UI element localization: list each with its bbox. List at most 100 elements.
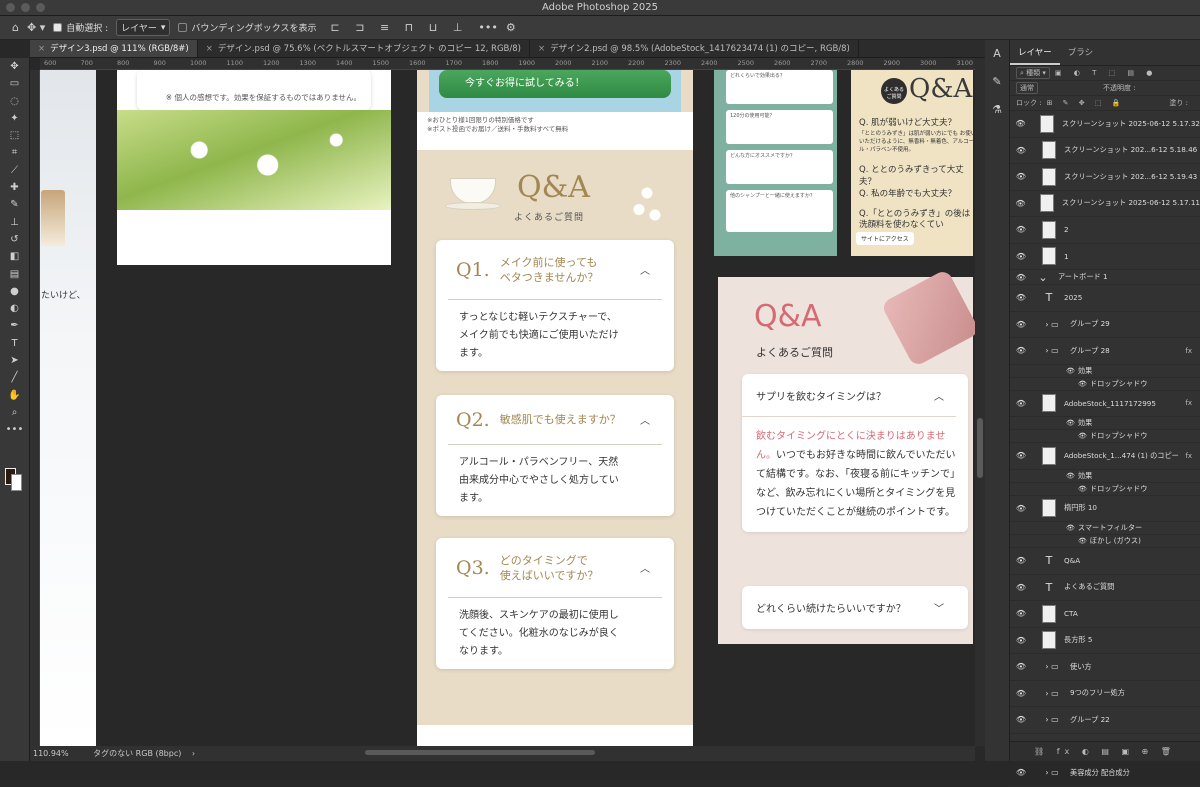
lock-icons[interactable]: ⊞ ✎ ✥ ⬚ 🔒 xyxy=(1047,99,1125,107)
folder-icon[interactable]: › ▭ xyxy=(1042,320,1062,329)
canvas-vertical-scrollbar[interactable] xyxy=(975,58,985,746)
layer-row[interactable]: 👁 › ▭ グループ 29 xyxy=(1010,312,1200,338)
artboard-main-lp[interactable]: 今すぐお得に試してみる！ ※おひとり様1回限りの特別価格です ※ポスト投函でお届… xyxy=(417,70,693,746)
tab-layers[interactable]: レイヤー xyxy=(1010,40,1060,65)
eye-icon[interactable]: 👁 xyxy=(1010,119,1031,128)
layer-row[interactable]: 👁 楕円形 10 xyxy=(1010,496,1200,522)
eye-icon[interactable]: 👁 xyxy=(1010,146,1032,155)
pink-faq-card-1[interactable]: サプリを飲むタイミングは？ ︿ 飲むタイミングにとくに決まりはありません。いつでも… xyxy=(742,374,968,532)
layer-row[interactable]: 👁 効果 xyxy=(1010,417,1200,430)
folder-icon[interactable]: › ▭ xyxy=(1042,346,1062,355)
path-select-icon[interactable]: ➤ xyxy=(0,352,29,369)
eye-icon[interactable]: 👁 xyxy=(1010,451,1032,460)
artboard-top[interactable]: ※ 個人の感想です。効果を保証するものではありません。 xyxy=(117,70,391,265)
scroll-thumb[interactable] xyxy=(977,418,983,478)
lasso-tool-icon[interactable]: ◌ xyxy=(0,93,29,110)
chevron-down-icon[interactable]: ⌄ xyxy=(1036,271,1050,284)
close-tab-icon[interactable]: × xyxy=(38,44,45,54)
canvas-area[interactable]: たいけど、 ※ 個人の感想です。効果を保証するものではありません。 今すぐお得に… xyxy=(40,70,975,746)
blur-tool-icon[interactable]: ● xyxy=(0,283,29,300)
eye-icon[interactable]: 👁 xyxy=(1010,609,1032,618)
zoom-window-button[interactable] xyxy=(36,3,45,12)
tab-doc-2[interactable]: × デザイン.psd @ 75.6% (ベクトルスマートオブジェクト のコピー 1… xyxy=(198,40,530,57)
layer-row[interactable]: 👁 2 xyxy=(1010,217,1200,244)
close-window-button[interactable] xyxy=(6,3,15,12)
object-select-icon[interactable]: ⬚ xyxy=(0,127,29,144)
layer-row[interactable]: 👁 スクリーンショット 2025-06-12 5.17.32 xyxy=(1010,111,1200,138)
eraser-tool-icon[interactable]: ◧ xyxy=(0,248,29,265)
reference-pink-qa[interactable]: Q&A よくあるご質問 サプリを飲むタイミングは？ ︿ 飲むタイミングにとくに決ま… xyxy=(718,268,975,644)
panel-footer-icons[interactable]: ⛓ fx ◐ ▤ ▣ ⊕ 🗑 xyxy=(1034,747,1176,756)
eye-icon[interactable]: 👁 xyxy=(1078,380,1087,388)
eye-icon[interactable]: 👁 xyxy=(1066,472,1075,480)
reference-green-qa[interactable]: どれくらいで効果出る？ 120分の使用可能？ どんな方にオススメですか？ 他のシ… xyxy=(714,70,837,256)
pink-faq-card-2[interactable]: どれくらい続けたらいいですか？ ﹀ xyxy=(742,586,968,629)
brush-settings-icon[interactable]: ✎ xyxy=(985,68,1009,96)
gear-icon[interactable]: ⚙ xyxy=(506,21,516,34)
eye-icon[interactable]: 👁 xyxy=(1078,485,1087,493)
eye-icon[interactable]: 👁 xyxy=(1010,320,1032,329)
layer-row[interactable]: 👁 › ▭ グループ 28 fx xyxy=(1010,338,1200,365)
layer-row[interactable]: 👁 AdobeStock_1...474 (1) のコピー fx xyxy=(1010,443,1200,470)
layer-row[interactable]: 👁 スクリーンショット 2025-06-12 5.17.11 xyxy=(1010,191,1200,217)
move-tool-icon[interactable]: ✥ ▾ xyxy=(27,21,45,34)
layer-row[interactable]: 👁 効果 xyxy=(1010,470,1200,483)
brush-tool-icon[interactable]: ✎ xyxy=(0,196,29,213)
faq-card-3[interactable]: Q3. どのタイミングで 使えばいいですか？ ︿ 洗顔後、スキンケアの最初に使用し … xyxy=(436,538,674,669)
auto-select-checkbox[interactable] xyxy=(53,23,63,32)
layer-row[interactable]: 👁 ドロップシャドウ xyxy=(1010,483,1200,496)
healing-brush-icon[interactable]: ✚ xyxy=(0,179,29,196)
faq-question[interactable]: Q3. どのタイミングで 使えばいいですか？ ︿ xyxy=(448,538,662,598)
reference-cream-qa[interactable]: よくある ご質問 Q&A Q. 肌が弱いけど大丈夫？ 「ととのうみずき」は肌が弱… xyxy=(851,70,975,256)
folder-icon[interactable]: › ▭ xyxy=(1042,768,1062,777)
layer-row[interactable]: 👁 長方形 5 xyxy=(1010,628,1200,654)
faq-question[interactable]: Q2. 敏感肌でも使えますか？ ︿ xyxy=(448,395,662,445)
more-tools-icon[interactable]: ••• xyxy=(0,421,29,438)
eye-icon[interactable]: 👁 xyxy=(1066,419,1075,427)
eye-icon[interactable]: 👁 xyxy=(1010,172,1032,181)
eye-icon[interactable]: 👁 xyxy=(1010,346,1032,355)
tab-doc-3[interactable]: × デザイン2.psd @ 98.5% (AdobeStock_141762347… xyxy=(530,40,859,57)
layer-row[interactable]: 👁 ⌄ アートボード 1 xyxy=(1010,270,1200,285)
faq-card-1[interactable]: Q1. メイク前に使っても ベタつきませんか？ ︿ すっとなじむ軽いテクスチャーで、… xyxy=(436,240,674,371)
home-icon[interactable]: ⌂ xyxy=(12,21,19,34)
chevron-up-icon[interactable]: ︿ xyxy=(934,388,944,403)
fx-icon[interactable]: fx xyxy=(1185,399,1192,407)
eyedropper-icon[interactable]: ⟋ xyxy=(0,162,29,179)
layer-row[interactable]: 👁 スクリーンショット 202...6-12 5.19.43 xyxy=(1010,164,1200,191)
dodge-tool-icon[interactable]: ◐ xyxy=(0,300,29,317)
eye-icon[interactable]: 👁 xyxy=(1010,273,1032,282)
bounding-box-checkbox[interactable] xyxy=(178,23,188,32)
character-panel-icon[interactable]: A xyxy=(985,40,1009,68)
layer-row[interactable]: 👁 › ▭ 美容成分 配合成分 xyxy=(1010,760,1200,787)
layer-row[interactable]: 👁 スマートフィルター xyxy=(1010,522,1200,535)
crop-tool-icon[interactable]: ⌗ xyxy=(0,144,29,161)
layer-row[interactable]: 👁 ドロップシャドウ xyxy=(1010,430,1200,443)
eye-icon[interactable]: 👁 xyxy=(1010,399,1032,408)
window-controls[interactable] xyxy=(6,3,45,12)
layer-row[interactable]: 👁 ぼかし (ガウス) xyxy=(1010,535,1200,548)
type-tool-icon[interactable]: T xyxy=(0,335,29,352)
eye-icon[interactable]: 👁 xyxy=(1078,432,1087,440)
chevron-right-icon[interactable]: › xyxy=(192,749,195,758)
layer-row[interactable]: 👁 効果 xyxy=(1010,365,1200,378)
chevron-down-icon[interactable]: ﹀ xyxy=(934,600,944,615)
zoom-tool-icon[interactable]: ⌕ xyxy=(0,404,29,421)
close-tab-icon[interactable]: × xyxy=(206,44,213,54)
eye-icon[interactable]: 👁 xyxy=(1010,252,1032,261)
eye-icon[interactable]: 👁 xyxy=(1010,556,1032,565)
history-brush-icon[interactable]: ↺ xyxy=(0,231,29,248)
chevron-up-icon[interactable]: ︿ xyxy=(640,560,650,575)
background-color-swatch[interactable] xyxy=(11,474,22,492)
layer-row[interactable]: 👁 › ▭ グループ 22 xyxy=(1010,707,1200,734)
eye-icon[interactable]: 👁 xyxy=(1010,504,1032,513)
eye-icon[interactable]: 👁 xyxy=(1066,524,1075,532)
tab-doc-1[interactable]: × デザイン3.psd @ 111% (RGB/8#) xyxy=(30,40,198,57)
pink-faq-question[interactable]: どれくらい続けたらいいですか？ ﹀ xyxy=(742,586,956,629)
cta-button[interactable]: 今すぐお得に試してみる！ xyxy=(439,70,671,98)
layer-filter-dropdown[interactable]: ⌕ 種類 ▾ xyxy=(1016,67,1050,79)
eye-icon[interactable]: 👁 xyxy=(1010,293,1032,302)
eye-icon[interactable]: 👁 xyxy=(1010,768,1032,777)
eye-icon[interactable]: 👁 xyxy=(1010,662,1032,671)
layer-row[interactable]: 👁 ドロップシャドウ xyxy=(1010,378,1200,391)
